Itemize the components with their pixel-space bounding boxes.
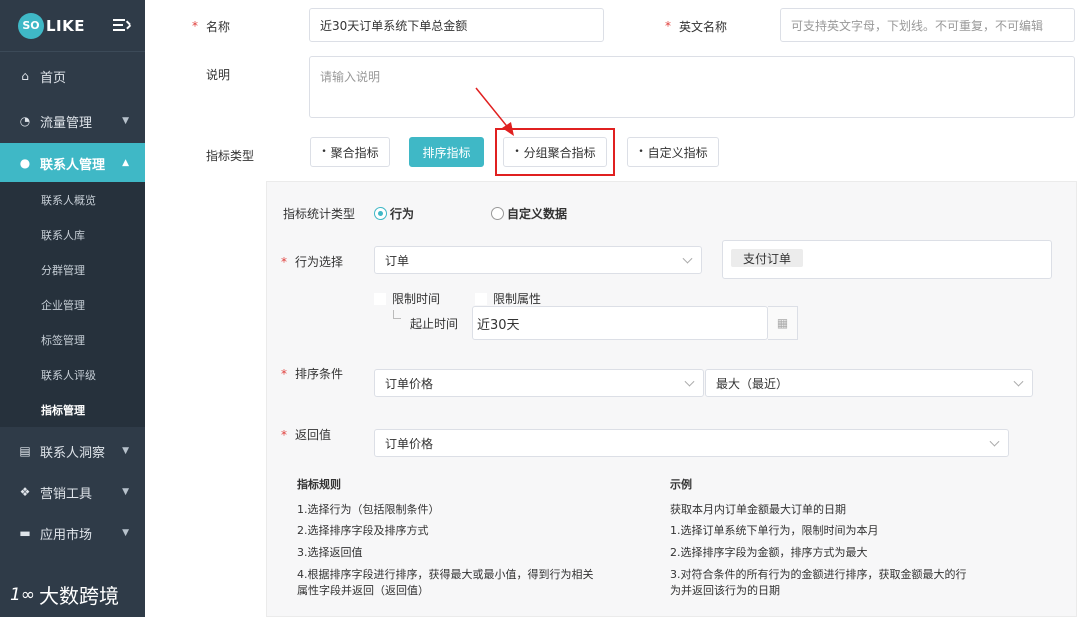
behavior-select[interactable]: 订单 <box>374 246 702 274</box>
id-card-icon: ▤ <box>19 444 31 458</box>
rule-line: 1.选择行为（包括限制条件） <box>297 503 440 516</box>
tree-connector <box>393 310 401 319</box>
sort-field-select[interactable]: 订单价格 <box>374 369 704 397</box>
nav-label: 联系人洞察 <box>40 445 106 461</box>
en-name-input[interactable]: 可支持英文字母，下划线。不可重复，不可编辑 <box>780 8 1075 42</box>
cubes-icon: ❖ <box>19 485 31 499</box>
radio-custom-data[interactable]: 自定义数据 <box>491 205 567 222</box>
return-label: * 返回值 <box>281 427 332 443</box>
home-icon: ⌂ <box>21 69 29 83</box>
date-range-input[interactable]: 近30天 <box>472 306 768 340</box>
rules-title: 指标规则 <box>297 478 341 491</box>
calendar-icon[interactable]: ▦ <box>768 306 798 340</box>
behavior-tag[interactable]: 支付订单 <box>731 249 804 267</box>
example-line: 为并返回该行为的日期 <box>670 584 780 597</box>
required-mark: * <box>665 19 671 33</box>
cart-icon: ▬ <box>19 526 31 540</box>
required-mark: * <box>192 19 198 33</box>
rule-line: 2.选择排序字段及排序方式 <box>297 524 429 537</box>
range-label: 起止时间 <box>410 317 459 331</box>
chevron-down-icon: ▼ <box>122 487 129 497</box>
required-mark: * <box>281 366 287 381</box>
limit-attr-checkbox[interactable]: 限制属性 <box>475 290 541 307</box>
nav-label: 营销工具 <box>40 486 93 502</box>
required-mark: * <box>281 427 287 442</box>
nav-label: 流量管理 <box>40 115 93 131</box>
checkbox-icon <box>374 292 386 305</box>
name-input[interactable]: 近30天订单系统下单总金额 <box>309 8 604 42</box>
sidebar: SO LIKE ⌂ 首页 ◔ 流量管理 ▼ ● 联系人管理 ▲ 联系人概览 联系… <box>0 0 145 617</box>
type-group-aggregate-button[interactable]: • 分组聚合指标 <box>503 137 607 167</box>
desc-textarea[interactable]: 请输入说明 <box>309 56 1075 118</box>
example-title: 示例 <box>670 478 692 491</box>
nav-label: 首页 <box>40 70 67 86</box>
logo-mark: SO <box>18 12 44 39</box>
sidebar-subitem-companies[interactable]: 企业管理 <box>0 287 145 322</box>
type-label: 指标类型 <box>206 148 255 163</box>
sidebar-subitem-overview[interactable]: 联系人概览 <box>0 182 145 217</box>
example-line: 1.选择订单系统下单行为，限制时间为本月 <box>670 524 879 537</box>
radio-checked-icon <box>374 207 387 220</box>
required-mark: * <box>281 254 287 269</box>
chevron-down-icon: ▼ <box>122 116 129 126</box>
nav-item-app-market[interactable]: ▬ 应用市场 ▼ <box>0 513 145 553</box>
chevron-down-icon <box>1013 376 1024 387</box>
sidebar-subitem-metrics[interactable]: 指标管理 <box>0 392 145 427</box>
chevron-up-icon: ▲ <box>122 158 129 168</box>
pie-chart-icon: ◔ <box>19 114 31 128</box>
limit-time-checkbox[interactable]: 限制时间 <box>374 290 440 307</box>
checkbox-icon <box>475 292 487 305</box>
chevron-down-icon: ▼ <box>122 528 129 538</box>
type-custom-button[interactable]: • 自定义指标 <box>627 137 719 167</box>
nav-item-home[interactable]: ⌂ 首页 <box>0 56 145 96</box>
users-icon: ● <box>19 156 31 170</box>
example-line: 3.对符合条件的所有行为的金额进行排序，获取金额最大的行 <box>670 568 967 581</box>
radio-unchecked-icon <box>491 207 504 220</box>
rule-line: 4.根据排序字段进行排序，获得最大或最小值，得到行为相关 <box>297 568 594 581</box>
chevron-down-icon: ▼ <box>122 446 129 456</box>
bullet-icon: • <box>514 147 520 157</box>
nav-label: 联系人管理 <box>40 157 106 173</box>
rule-line: 3.选择返回值 <box>297 546 363 559</box>
menu-collapse-icon[interactable] <box>113 17 131 33</box>
name-label: * 名称 <box>192 19 231 34</box>
nav-item-insights[interactable]: ▤ 联系人洞察 ▼ <box>0 431 145 471</box>
type-aggregate-button[interactable]: • 聚合指标 <box>310 137 390 167</box>
type-sort-button[interactable]: 排序指标 <box>409 137 484 167</box>
radio-behavior[interactable]: 行为 <box>374 205 414 222</box>
nav-item-marketing[interactable]: ❖ 营销工具 ▼ <box>0 472 145 512</box>
stat-type-label: 指标统计类型 <box>283 207 356 221</box>
red-arrow-icon <box>475 87 514 136</box>
rule-line: 属性字段并返回（返回值） <box>297 584 429 597</box>
example-line: 获取本月内订单金额最大订单的日期 <box>670 503 846 516</box>
main-content: * 名称 近30天订单系统下单总金额 * 英文名称 可支持英文字母，下划线。不可… <box>145 0 1080 617</box>
chevron-down-icon <box>682 253 693 264</box>
desc-label: 说明 <box>206 67 231 82</box>
sidebar-subitem-tags[interactable]: 标签管理 <box>0 322 145 357</box>
sidebar-subitem-segments[interactable]: 分群管理 <box>0 252 145 287</box>
bullet-icon: • <box>638 147 644 157</box>
chevron-down-icon <box>989 436 1000 447</box>
config-panel: 指标统计类型 行为 自定义数据 * 行为选择 订单 支付订单 限制时间 限制属性 <box>266 181 1077 617</box>
chevron-down-icon <box>684 376 695 387</box>
nav-item-contacts[interactable]: ● 联系人管理 ▲ <box>0 143 145 183</box>
watermark: 1∞ 大数跨境 <box>10 580 119 609</box>
watermark-text: 大数跨境 <box>38 584 119 608</box>
sort-order-select[interactable]: 最大（最近） <box>705 369 1033 397</box>
nav-item-traffic[interactable]: ◔ 流量管理 ▼ <box>0 101 145 141</box>
en-name-label: * 英文名称 <box>665 19 728 34</box>
behavior-tags-box[interactable]: 支付订单 <box>722 240 1052 279</box>
return-value-select[interactable]: 订单价格 <box>374 429 1009 457</box>
logo-text: LIKE <box>46 16 86 35</box>
nav-label: 应用市场 <box>40 527 93 543</box>
sort-label: * 排序条件 <box>281 366 344 382</box>
behavior-label: * 行为选择 <box>281 254 344 270</box>
sidebar-subitem-rating[interactable]: 联系人评级 <box>0 357 145 392</box>
example-line: 2.选择排序字段为金额，排序方式为最大 <box>670 546 868 559</box>
sidebar-subitem-library[interactable]: 联系人库 <box>0 217 145 252</box>
watermark-logo: 1∞ <box>10 584 35 605</box>
bullet-icon: • <box>321 147 327 157</box>
